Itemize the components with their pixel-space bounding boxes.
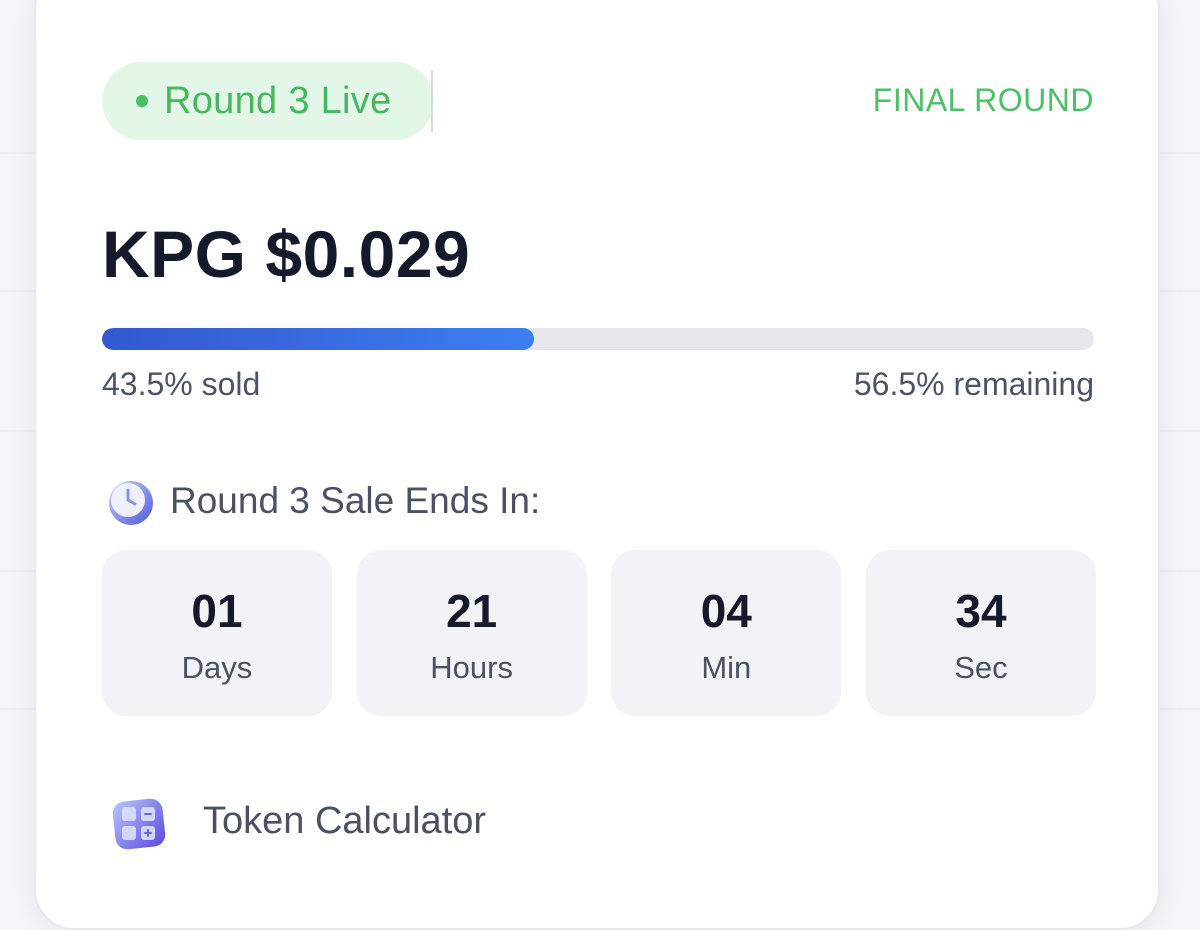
remaining-percentage: 56.5% remaining (853, 366, 1094, 402)
countdown-value: 21 (446, 585, 498, 637)
token-price: KPG $0.029 (102, 217, 471, 291)
countdown-unit: Min (701, 650, 752, 685)
countdown-minutes: 04 Min (611, 550, 842, 716)
sold-percentage: 43.5% sold (102, 366, 261, 402)
text-cursor (431, 70, 433, 132)
countdown-hours: 21 Hours (356, 550, 587, 716)
sale-progress-fill (102, 328, 534, 350)
sale-ends-heading: Round 3 Sale Ends In: (170, 480, 541, 521)
countdown-seconds: 34 Sec (865, 550, 1096, 716)
countdown-unit: Hours (430, 650, 513, 685)
final-round-tag: FINAL ROUND (872, 82, 1094, 118)
countdown-value: 01 (191, 585, 243, 637)
round-live-badge: Round 3 Live (102, 62, 434, 140)
sale-progress-bar (102, 328, 1094, 350)
clock-icon (109, 481, 153, 525)
countdown-timer: 01 Days 21 Hours 04 Min 34 Sec (102, 550, 1096, 716)
round-live-label: Round 3 Live (164, 79, 392, 122)
countdown-unit: Sec (954, 650, 1008, 685)
countdown-days: 01 Days (102, 550, 332, 716)
token-calculator-label[interactable]: Token Calculator (203, 800, 486, 843)
countdown-value: 34 (955, 585, 1007, 637)
countdown-unit: Days (181, 650, 253, 685)
status-dot-icon (136, 95, 148, 107)
calculator-icon[interactable] (108, 790, 172, 854)
countdown-value: 04 (700, 585, 752, 637)
